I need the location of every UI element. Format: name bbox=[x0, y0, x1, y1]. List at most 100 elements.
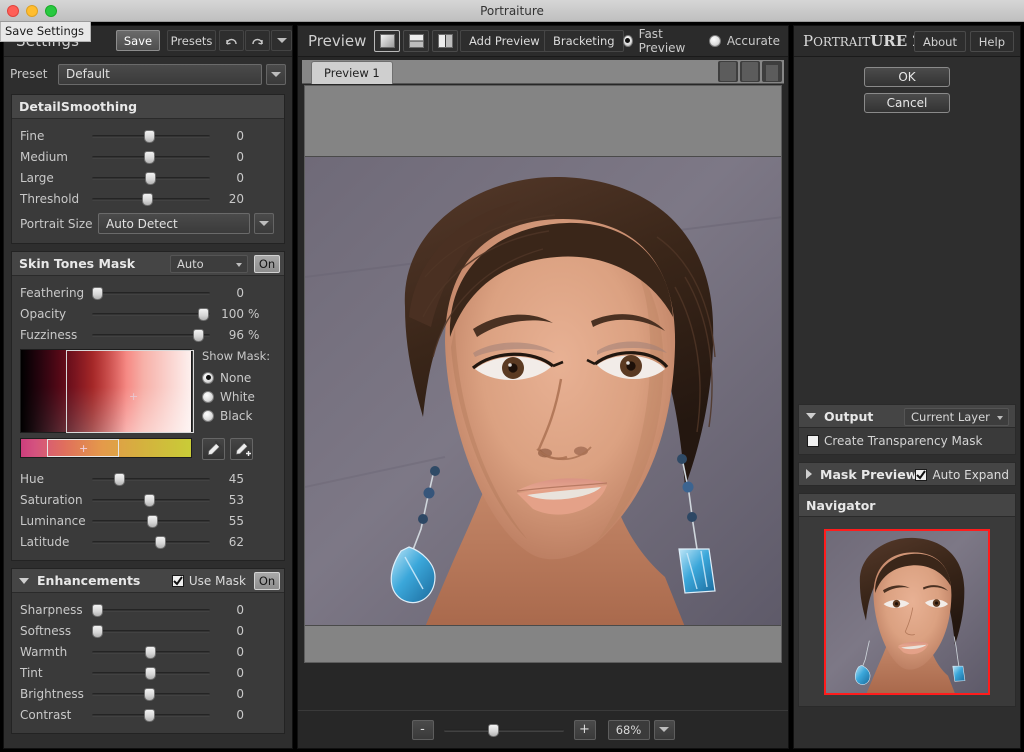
slider-large[interactable] bbox=[92, 171, 210, 185]
single-view-icon[interactable] bbox=[374, 30, 400, 52]
skin-mask-mode-select[interactable]: Auto bbox=[170, 255, 248, 273]
slider-sharpness[interactable] bbox=[92, 603, 210, 617]
preset-dropdown-icon[interactable] bbox=[266, 64, 286, 85]
enhancements-body: Sharpness 0 Softness 0 Warmth 0 bbox=[12, 593, 284, 733]
bracketing-button[interactable]: Bracketing bbox=[544, 30, 624, 52]
preview-canvas[interactable] bbox=[304, 85, 782, 663]
expand-triangle-icon[interactable] bbox=[806, 469, 812, 479]
cancel-button[interactable]: Cancel bbox=[864, 93, 950, 113]
use-mask-checkbox[interactable] bbox=[172, 575, 184, 587]
preset-select[interactable]: Default bbox=[58, 64, 262, 85]
about-button[interactable]: About bbox=[914, 31, 966, 52]
slider-value: 0 bbox=[210, 624, 244, 638]
slider-saturation[interactable] bbox=[92, 493, 210, 507]
output-header: Output Current Layer bbox=[798, 404, 1016, 428]
use-mask-row[interactable]: Use Mask bbox=[172, 574, 246, 588]
split-vertical-icon[interactable] bbox=[432, 30, 458, 52]
slider-brightness[interactable] bbox=[92, 687, 210, 701]
zoom-out-button[interactable]: - bbox=[412, 720, 434, 740]
enhancements-toggle[interactable]: On bbox=[254, 572, 280, 590]
main-content-area: Settings Save Presets Preset Default bbox=[0, 22, 1024, 752]
slider-label: Saturation bbox=[20, 493, 92, 507]
eyedropper-icon[interactable] bbox=[202, 438, 225, 460]
prev-tab-icon[interactable] bbox=[718, 61, 738, 82]
slider-feathering[interactable] bbox=[92, 286, 210, 300]
window-controls[interactable] bbox=[7, 5, 57, 17]
radio-icon bbox=[709, 35, 721, 47]
output-title: Output bbox=[824, 409, 873, 424]
dialog-actions: OK Cancel bbox=[794, 57, 1020, 113]
auto-expand-row[interactable]: Auto Expand bbox=[915, 468, 1009, 482]
collapse-triangle-icon[interactable] bbox=[19, 578, 29, 584]
add-preview-button[interactable]: Add Preview bbox=[460, 30, 549, 52]
radio-icon bbox=[623, 35, 633, 47]
undo-icon[interactable] bbox=[219, 30, 244, 51]
save-button[interactable]: Save bbox=[116, 30, 160, 51]
slider-softness[interactable] bbox=[92, 624, 210, 638]
slider-fuzziness[interactable] bbox=[92, 328, 210, 342]
slider-contrast[interactable] bbox=[92, 708, 210, 722]
skin-tone-color-field[interactable]: + bbox=[20, 349, 192, 433]
show-mask-option-white[interactable]: White bbox=[202, 387, 270, 406]
eyedropper-add-icon[interactable] bbox=[230, 438, 253, 460]
slider-threshold[interactable] bbox=[92, 192, 210, 206]
slider-label: Latitude bbox=[20, 535, 92, 549]
slider-latitude[interactable] bbox=[92, 535, 210, 549]
slider-value: 96 bbox=[210, 328, 244, 342]
slider-value: 62 bbox=[210, 535, 244, 549]
navigator-body[interactable] bbox=[798, 517, 1016, 707]
tab-menu-icon[interactable] bbox=[762, 61, 782, 82]
quality-option-accurate[interactable]: Accurate bbox=[709, 31, 780, 50]
help-button[interactable]: Help bbox=[970, 31, 1014, 52]
minimize-button[interactable] bbox=[26, 5, 38, 17]
show-mask-label: Show Mask: bbox=[202, 349, 270, 363]
color-crosshair-icon: + bbox=[129, 390, 138, 403]
show-mask-option-none[interactable]: None bbox=[202, 368, 270, 387]
slider-tint[interactable] bbox=[92, 666, 210, 680]
output-target-select[interactable]: Current Layer bbox=[904, 408, 1009, 426]
slider-medium[interactable] bbox=[92, 150, 210, 164]
ok-button[interactable]: OK bbox=[864, 67, 950, 87]
zoom-in-button[interactable]: + bbox=[574, 720, 596, 740]
create-transparency-mask-row[interactable]: Create Transparency Mask bbox=[807, 434, 1007, 448]
settings-menu-icon[interactable] bbox=[271, 30, 292, 51]
slider-opacity[interactable] bbox=[92, 307, 210, 321]
slider-fine[interactable] bbox=[92, 129, 210, 143]
show-mask-option-black[interactable]: Black bbox=[202, 406, 270, 425]
quality-option-fast[interactable]: Fast Preview bbox=[623, 31, 696, 50]
slider-row-large: Large 0 bbox=[12, 167, 284, 188]
skin-mask-mode-value: Auto bbox=[177, 257, 204, 271]
zoom-slider[interactable] bbox=[444, 723, 564, 737]
slider-warmth[interactable] bbox=[92, 645, 210, 659]
option-label: White bbox=[220, 390, 255, 404]
navigator-thumbnail[interactable] bbox=[824, 529, 990, 695]
slider-hue[interactable] bbox=[92, 472, 210, 486]
next-tab-icon[interactable] bbox=[740, 61, 760, 82]
auto-expand-checkbox[interactable] bbox=[915, 469, 927, 481]
output-body: Create Transparency Mask bbox=[798, 428, 1016, 455]
portrait-size-select[interactable]: Auto Detect bbox=[98, 213, 250, 234]
presets-button[interactable]: Presets bbox=[167, 30, 216, 51]
slider-luminance[interactable] bbox=[92, 514, 210, 528]
slider-row-latitude: Latitude 62 bbox=[12, 531, 284, 552]
radio-icon bbox=[202, 391, 214, 403]
portrait-size-dropdown-icon[interactable] bbox=[254, 213, 274, 234]
hue-range-strip[interactable]: + bbox=[20, 438, 192, 458]
slider-label: Fine bbox=[20, 129, 92, 143]
close-button[interactable] bbox=[7, 5, 19, 17]
redo-icon[interactable] bbox=[245, 30, 270, 51]
create-transparency-mask-checkbox[interactable] bbox=[807, 435, 819, 447]
skin-mask-toggle[interactable]: On bbox=[254, 255, 280, 273]
zoom-level-value[interactable]: 68% bbox=[608, 720, 650, 740]
zoom-dropdown-icon[interactable] bbox=[654, 720, 675, 740]
zoom-button[interactable] bbox=[45, 5, 57, 17]
zoom-toolbar: - + 68% bbox=[298, 710, 788, 748]
slider-row-softness: Softness 0 bbox=[12, 620, 284, 641]
split-horizontal-icon[interactable] bbox=[403, 30, 429, 52]
detail-smoothing-header: DetailSmoothing bbox=[12, 95, 284, 119]
slider-label: Opacity bbox=[20, 307, 92, 321]
mask-preview-group: Mask Preview Auto Expand bbox=[798, 462, 1016, 486]
portraiture-app-window: Portraiture Save Settings Settings Save … bbox=[0, 0, 1024, 752]
tab-preview-1[interactable]: Preview 1 bbox=[311, 61, 393, 84]
collapse-triangle-icon[interactable] bbox=[806, 413, 816, 419]
